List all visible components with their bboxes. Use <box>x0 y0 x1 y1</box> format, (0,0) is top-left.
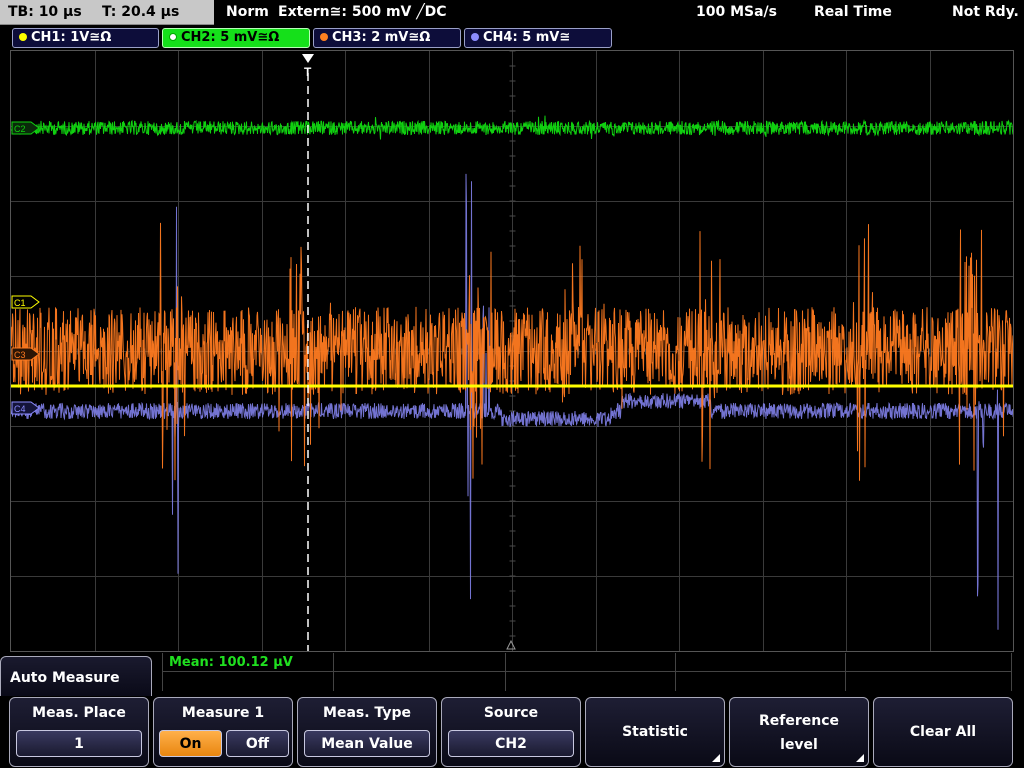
channel-tab-label: CH2: 5 mV≅Ω <box>181 30 280 45</box>
trigger-marker-label: T <box>304 65 312 79</box>
timebase-readout[interactable]: TB: 10 µs <box>8 4 82 20</box>
submenu-corner-icon <box>856 754 864 762</box>
menu-title-tab[interactable]: Auto Measure <box>0 656 152 696</box>
softkey-label: Statistic <box>622 724 688 740</box>
measurement-readout: Mean: 100.12 µV <box>169 655 293 670</box>
source-softkey[interactable]: Source CH2 <box>441 697 581 767</box>
channel-tab-ch2[interactable]: CH2: 5 mV≅Ω <box>162 28 310 48</box>
channel-tab-label: CH4: 5 mV≅ <box>483 30 571 45</box>
sample-rate[interactable]: 100 MSa/s <box>696 4 777 20</box>
measure-off-toggle[interactable]: Off <box>226 730 289 757</box>
ch3-marker-label: C3 <box>14 350 26 360</box>
meas-type-value[interactable]: Mean Value <box>304 730 430 757</box>
acquisition-mode[interactable]: Real Time <box>814 4 892 20</box>
measurement-slot-2[interactable] <box>334 653 506 691</box>
softkey-label: Measure 1 <box>181 705 265 721</box>
softkey-label: Source <box>483 705 539 721</box>
trigger-source[interactable]: Extern≅: 500 mV ╱DC <box>278 4 447 20</box>
measurement-slot-1[interactable]: Mean: 100.12 µV <box>162 653 334 691</box>
trigger-mode[interactable]: Norm <box>226 4 269 20</box>
reference-level-softkey[interactable]: Reference level <box>729 697 869 767</box>
measure-on-toggle[interactable]: On <box>159 730 222 757</box>
channel-tab-label: CH3: 2 mV≅Ω <box>332 30 431 45</box>
source-value[interactable]: CH2 <box>448 730 574 757</box>
ch3-dot-icon <box>320 33 328 41</box>
softkey-label-line-1: Reference <box>758 713 840 729</box>
measurement-slot-4[interactable] <box>676 653 846 691</box>
measurement-slot-3[interactable] <box>506 653 676 691</box>
softkey-label-line-2: level <box>780 737 818 753</box>
meas-place-value[interactable]: 1 <box>16 730 142 757</box>
statistic-softkey[interactable]: Statistic <box>585 697 725 767</box>
waveform-canvas: T C2 C1 C3 C4 <box>11 51 1013 651</box>
softkey-label: Meas. Type <box>323 705 411 721</box>
meas-type-softkey[interactable]: Meas. Type Mean Value <box>297 697 437 767</box>
channel-tab-ch1[interactable]: CH1: 1V≅Ω <box>12 28 159 48</box>
meas-place-softkey[interactable]: Meas. Place 1 <box>9 697 149 767</box>
ch2-marker-label: C2 <box>14 124 26 134</box>
ch4-marker-label: C4 <box>14 404 26 414</box>
waveform-display[interactable]: T C2 C1 C3 C4 <box>10 50 1014 652</box>
measurement-divider <box>162 671 1012 672</box>
menu-title: Auto Measure <box>10 670 120 686</box>
status-bar: TB: 10 µs T: 20.4 µs Norm Extern≅: 500 m… <box>0 0 1024 26</box>
softkey-label: Clear All <box>909 724 977 740</box>
ch1-marker-label: C1 <box>14 298 26 308</box>
ch1-level-marker[interactable]: C1 <box>11 295 40 309</box>
ch1-dot-icon <box>19 33 27 41</box>
ch4-level-marker[interactable]: C4 <box>11 401 40 415</box>
ch2-dot-icon <box>169 33 177 41</box>
measure-1-softkey[interactable]: Measure 1 On Off <box>153 697 293 767</box>
trigger-time-readout[interactable]: T: 20.4 µs <box>102 4 179 20</box>
softkey-label: Meas. Place <box>32 705 126 721</box>
channel-tab-ch3[interactable]: CH3: 2 mV≅Ω <box>313 28 461 48</box>
channel-tab-label: CH1: 1V≅Ω <box>31 30 112 45</box>
measurement-bar: Mean: 100.12 µV <box>162 653 1012 691</box>
trigger-position-marker-icon[interactable] <box>302 54 314 63</box>
measurement-slot-5[interactable] <box>846 653 1012 691</box>
submenu-corner-icon <box>712 754 720 762</box>
clear-all-softkey[interactable]: Clear All <box>873 697 1013 767</box>
acquisition-state: Not Rdy. <box>952 4 1019 20</box>
ch4-dot-icon <box>471 33 479 41</box>
horizontal-center-marker-icon <box>506 639 516 650</box>
channel-tab-ch4[interactable]: CH4: 5 mV≅ <box>464 28 612 48</box>
